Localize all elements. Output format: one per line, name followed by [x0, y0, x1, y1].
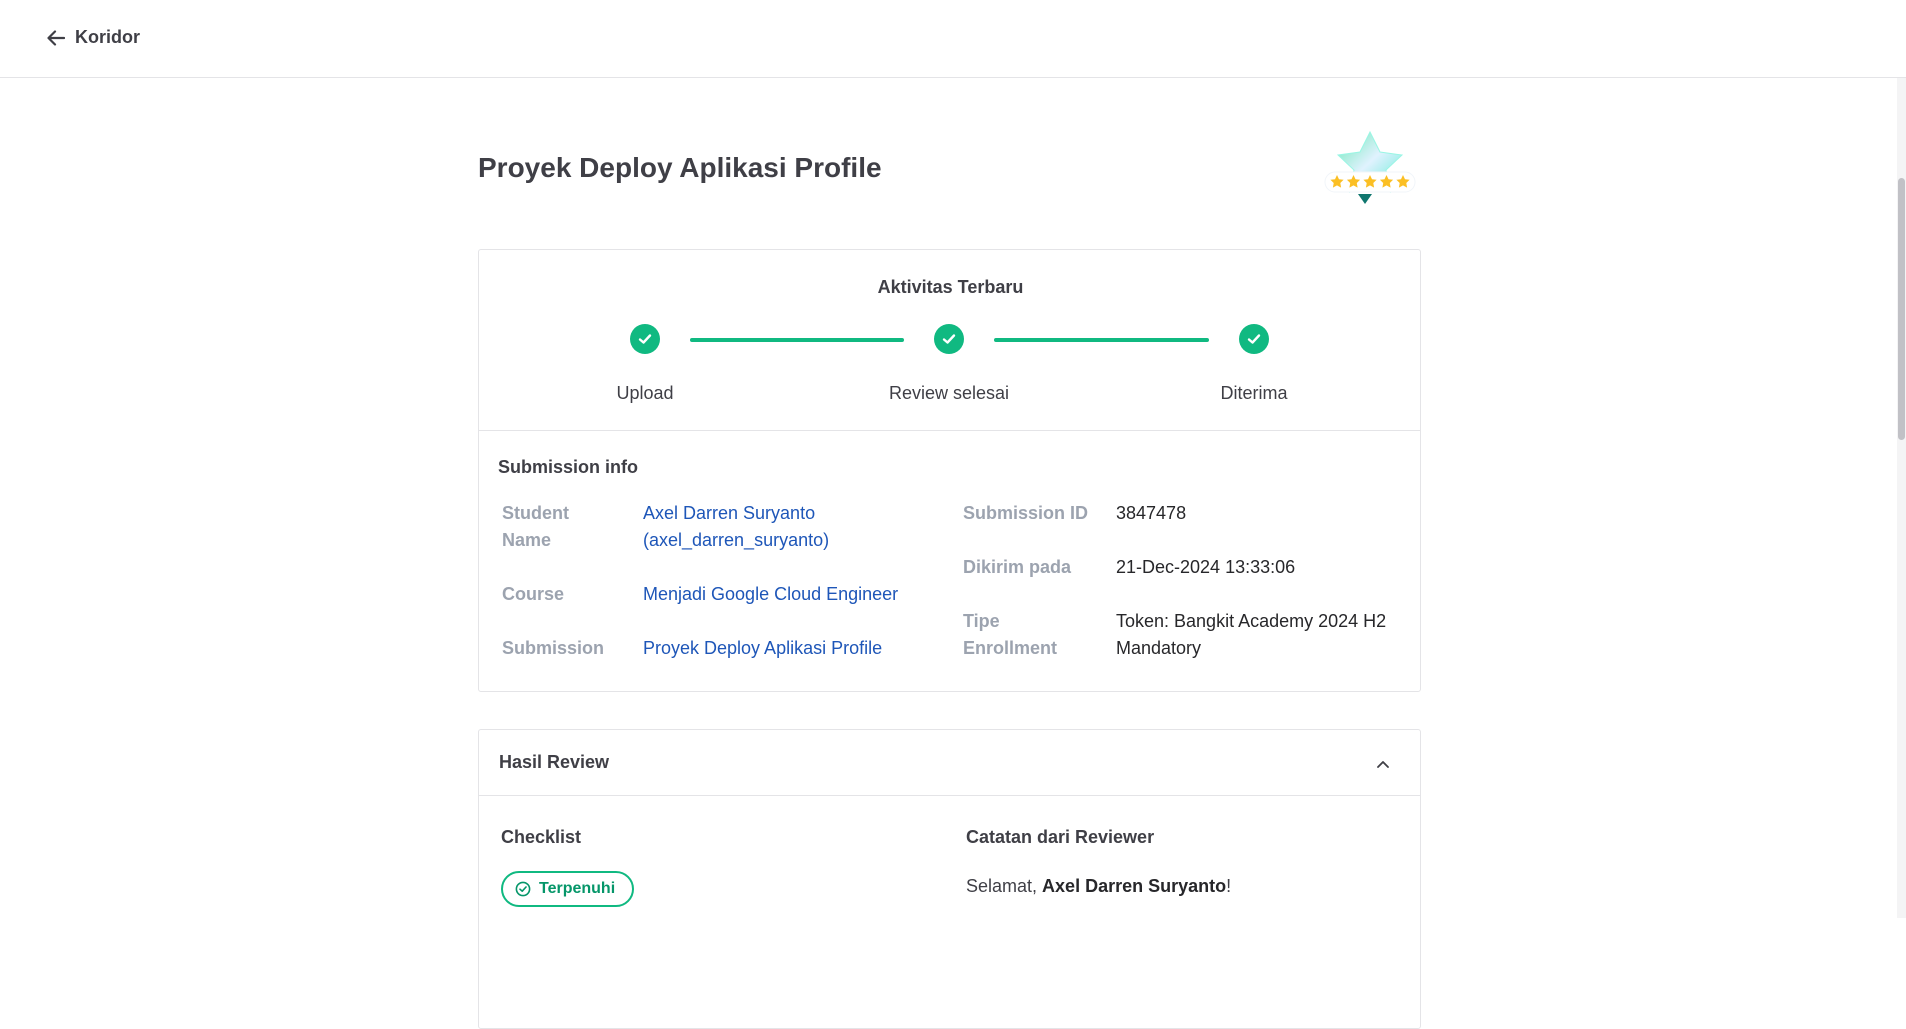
submission-info-title: Submission info [498, 457, 639, 477]
course-label: Course [502, 584, 565, 604]
student-name-label: Student Name [502, 503, 569, 550]
reviewer-notes-text: Selamat, Axel Darren Suryanto! [966, 876, 1232, 896]
sent-value: 21-Dec-2024 13:33:06 [1116, 557, 1296, 577]
step-upload-check-icon [630, 324, 660, 354]
checklist-status-badge[interactable]: Terpenuhi [501, 871, 635, 907]
enrollment-value: Token: Bangkit Academy 2024 H2 Mandatory [1116, 611, 1387, 658]
step-connector [690, 338, 904, 342]
submission-link[interactable]: Proyek Deploy Aplikasi Profile [643, 635, 882, 662]
divider [479, 795, 1420, 796]
student-name-link[interactable]: Axel Darren Suryanto (axel_darren_suryan… [643, 500, 829, 554]
course-link[interactable]: Menjadi Google Cloud Engineer [643, 581, 898, 608]
scrollbar-thumb[interactable] [1898, 178, 1905, 440]
chevron-up-icon[interactable] [1376, 752, 1390, 776]
submission-label: Submission [502, 638, 605, 658]
check-circle-icon [515, 881, 531, 897]
back-link[interactable]: Koridor [47, 27, 140, 48]
step-accepted-check-icon [1239, 324, 1269, 354]
checklist-title: Checklist [501, 827, 582, 847]
star-badge-icon [1324, 130, 1416, 204]
reviewer-notes-title: Catatan dari Reviewer [966, 827, 1155, 847]
enrollment-label: Tipe Enrollment [963, 611, 1058, 658]
submission-id-label: Submission ID [963, 503, 1089, 523]
step-label-accepted: Diterima [1220, 383, 1288, 403]
step-review-check-icon [934, 324, 964, 354]
notes-student-name: Axel Darren Suryanto [1042, 876, 1227, 896]
sent-label: Dikirim pada [963, 557, 1072, 577]
review-card: Hasil Review Checklist Terpenuhi Catatan… [478, 729, 1421, 1029]
activity-title: Aktivitas Terbaru [877, 277, 1024, 297]
step-label-upload: Upload [616, 383, 674, 403]
divider [479, 430, 1420, 431]
page-title: Proyek Deploy Aplikasi Profile [478, 152, 882, 183]
submission-id-value: 3847478 [1116, 503, 1187, 523]
review-title: Hasil Review [499, 752, 610, 772]
top-bar: Koridor [0, 0, 1906, 78]
step-connector [994, 338, 1209, 342]
activity-card: Aktivitas Terbaru Upload Review selesai … [478, 249, 1421, 692]
back-label: Koridor [75, 27, 140, 47]
scrollbar[interactable] [1897, 78, 1906, 918]
arrow-left-icon [47, 29, 65, 46]
step-label-review: Review selesai [888, 383, 1010, 403]
checklist-status-label: Terpenuhi [539, 880, 616, 897]
